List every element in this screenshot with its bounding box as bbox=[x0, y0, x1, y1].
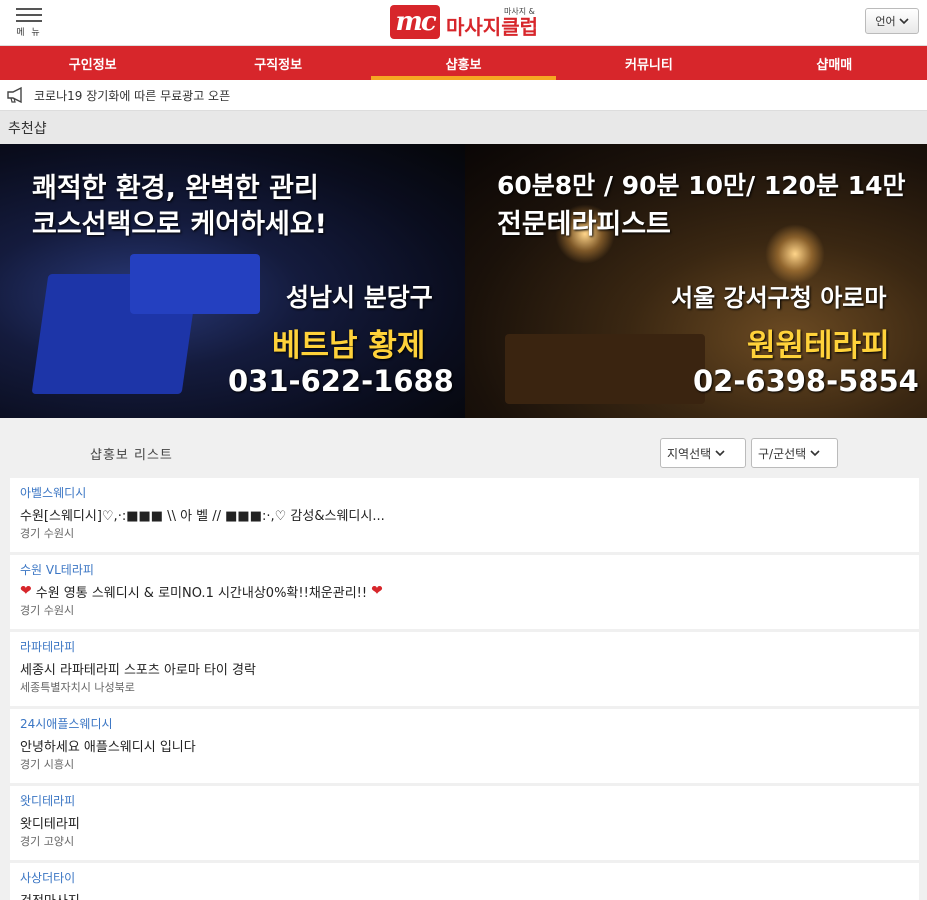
shop-description: 왓디테라피 bbox=[20, 811, 909, 833]
desc-text: 왓디테라피 bbox=[20, 816, 80, 832]
language-label: 언어 bbox=[875, 15, 896, 28]
shop-description: 세종시 라파테라피 스포츠 아로마 타이 경락 bbox=[20, 657, 909, 679]
region-select-value: 지역선택 bbox=[667, 446, 712, 461]
app-header: 메 뉴 mc 마사지 & 마사지클럽 언어 bbox=[0, 0, 927, 46]
shop-description: ❤ 수원 영통 스웨디시 & 로미NO.1 시간내상0%확!!채운관리!! ❤ bbox=[20, 580, 909, 602]
desc-text: 세종시 라파테라피 스포츠 아로마 타이 경락 bbox=[20, 662, 256, 678]
banner-line2: 코스선택으로 케어하세요! bbox=[32, 209, 327, 240]
tab-label: 구직정보 bbox=[254, 57, 303, 73]
district-select-value: 구/군선택 bbox=[758, 446, 807, 461]
desc-text: 건전마사지 bbox=[20, 890, 80, 900]
tab-shop-trade[interactable]: 샵매매 bbox=[742, 46, 927, 80]
site-logo[interactable]: mc 마사지 & 마사지클럽 bbox=[390, 5, 538, 39]
chevron-down-icon bbox=[715, 450, 725, 457]
shop-name-link[interactable]: 왓디테라피 bbox=[20, 792, 909, 811]
shop-description: 수원[스웨디시]♡,·:■■■ \\ 아 벨 // ■■■:·,♡ 감성&스웨디… bbox=[20, 503, 909, 525]
banner-line2: 전문테라피스트 bbox=[497, 209, 671, 240]
banner-area: 서울 강서구청 아로마 bbox=[671, 284, 887, 312]
logo-mark: mc bbox=[390, 5, 440, 39]
bed-image bbox=[505, 334, 705, 404]
hamburger-icon bbox=[16, 8, 42, 10]
banner-line1: 60분8만 / 90분 10만/ 120분 14만 bbox=[497, 171, 906, 200]
tab-label: 구인정보 bbox=[68, 57, 117, 73]
list-header: 샵홍보 리스트 지역선택 구/군선택 bbox=[0, 418, 927, 478]
desc-text: 수원[스웨디시]♡,·:■■■ \\ 아 벨 // ■■■:·,♡ 감성&스웨디… bbox=[20, 508, 385, 524]
menu-label: 메 뉴 bbox=[16, 28, 42, 38]
banner-shop-name: 원원테라피 bbox=[747, 328, 890, 364]
notice-bar[interactable]: 코로나19 장기화에 따른 무료광고 오픈 bbox=[0, 80, 927, 110]
heart-icon: ❤ bbox=[20, 583, 32, 599]
shop-location: 경기 고양시 bbox=[20, 835, 75, 848]
tab-community[interactable]: 커뮤니티 bbox=[556, 46, 741, 80]
banner-shop-name: 베트남 황제 bbox=[272, 328, 426, 364]
shop-list: 아벨스웨디시 수원[스웨디시]♡,·:■■■ \\ 아 벨 // ■■■:·,♡… bbox=[0, 478, 927, 900]
list-item[interactable]: 24시애플스웨디시 안녕하세요 애플스웨디시 입니다 경기 시흥시 bbox=[10, 709, 919, 783]
notice-text: 코로나19 장기화에 따른 무료광고 오픈 bbox=[34, 88, 231, 103]
tab-label: 커뮤니티 bbox=[625, 57, 673, 73]
shop-description: 건전마사지 bbox=[20, 888, 909, 900]
bed-image bbox=[130, 254, 260, 314]
chevron-down-icon bbox=[810, 450, 820, 457]
chevron-down-icon bbox=[899, 18, 909, 25]
shop-location: 세종특별자치시 나성북로 bbox=[20, 681, 135, 694]
list-title: 샵홍보 리스트 bbox=[90, 448, 173, 463]
tab-label: 샵홍보 bbox=[445, 57, 482, 73]
banner-line1: 쾌적한 환경, 완벽한 관리 bbox=[32, 173, 319, 204]
banner-vietnam-emperor[interactable]: 쾌적한 환경, 완벽한 관리 코스선택으로 케어하세요! 성남시 분당구 베트남… bbox=[0, 144, 465, 418]
recommended-banners: 쾌적한 환경, 완벽한 관리 코스선택으로 케어하세요! 성남시 분당구 베트남… bbox=[0, 144, 927, 418]
tab-label: 샵매매 bbox=[816, 57, 853, 73]
banner-phone: 031-622-1688 bbox=[228, 364, 454, 398]
lamp-light bbox=[765, 224, 825, 284]
shop-name-link[interactable]: 수원 VL테라피 bbox=[20, 561, 909, 580]
menu-button[interactable]: 메 뉴 bbox=[12, 6, 46, 40]
tab-job-seekers[interactable]: 구직정보 bbox=[185, 46, 370, 80]
heart-icon: ❤ bbox=[371, 583, 383, 599]
banner-area: 성남시 분당구 bbox=[286, 283, 433, 312]
main-nav: 구인정보 구직정보 샵홍보 커뮤니티 샵매매 bbox=[0, 46, 927, 80]
hamburger-icon-bar bbox=[16, 20, 42, 22]
shop-name-link[interactable]: 사상더타이 bbox=[20, 869, 909, 888]
region-select[interactable]: 지역선택 bbox=[660, 438, 746, 468]
tab-shop-promo[interactable]: 샵홍보 bbox=[370, 46, 557, 80]
list-item[interactable]: 사상더타이 건전마사지 bbox=[10, 863, 919, 900]
logo-main: 마사지클럽 bbox=[446, 14, 538, 39]
desc-text: 수원 영통 스웨디시 & 로미NO.1 시간내상0%확!!채운관리!! bbox=[35, 585, 368, 601]
recommended-title: 추천샵 bbox=[0, 110, 927, 144]
shop-name-link[interactable]: 아벨스웨디시 bbox=[20, 484, 909, 503]
banner-phone: 02-6398-5854 bbox=[693, 364, 919, 398]
shop-name-link[interactable]: 라파테라피 bbox=[20, 638, 909, 657]
shop-location: 경기 수원시 bbox=[20, 527, 75, 540]
list-item[interactable]: 수원 VL테라피 ❤ 수원 영통 스웨디시 & 로미NO.1 시간내상0%확!!… bbox=[10, 555, 919, 629]
tab-job-offers[interactable]: 구인정보 bbox=[0, 46, 185, 80]
shop-name-link[interactable]: 24시애플스웨디시 bbox=[20, 715, 909, 734]
megaphone-icon bbox=[7, 86, 22, 104]
district-select[interactable]: 구/군선택 bbox=[751, 438, 838, 468]
list-item[interactable]: 라파테라피 세종시 라파테라피 스포츠 아로마 타이 경락 세종특별자치시 나성… bbox=[10, 632, 919, 706]
desc-text: 안녕하세요 애플스웨디시 입니다 bbox=[20, 739, 196, 755]
banner-wonwon-therapy[interactable]: 60분8만 / 90분 10만/ 120분 14만 전문테라피스트 서울 강서구… bbox=[465, 144, 927, 418]
shop-description: 안녕하세요 애플스웨디시 입니다 bbox=[20, 734, 909, 756]
list-item[interactable]: 아벨스웨디시 수원[스웨디시]♡,·:■■■ \\ 아 벨 // ■■■:·,♡… bbox=[10, 478, 919, 552]
hamburger-icon-bar bbox=[16, 14, 42, 16]
language-select[interactable]: 언어 bbox=[865, 8, 919, 34]
logo-text: 마사지 & 마사지클럽 bbox=[446, 7, 538, 38]
shop-location: 경기 수원시 bbox=[20, 604, 75, 617]
list-item[interactable]: 왓디테라피 왓디테라피 경기 고양시 bbox=[10, 786, 919, 860]
shop-location: 경기 시흥시 bbox=[20, 758, 75, 771]
